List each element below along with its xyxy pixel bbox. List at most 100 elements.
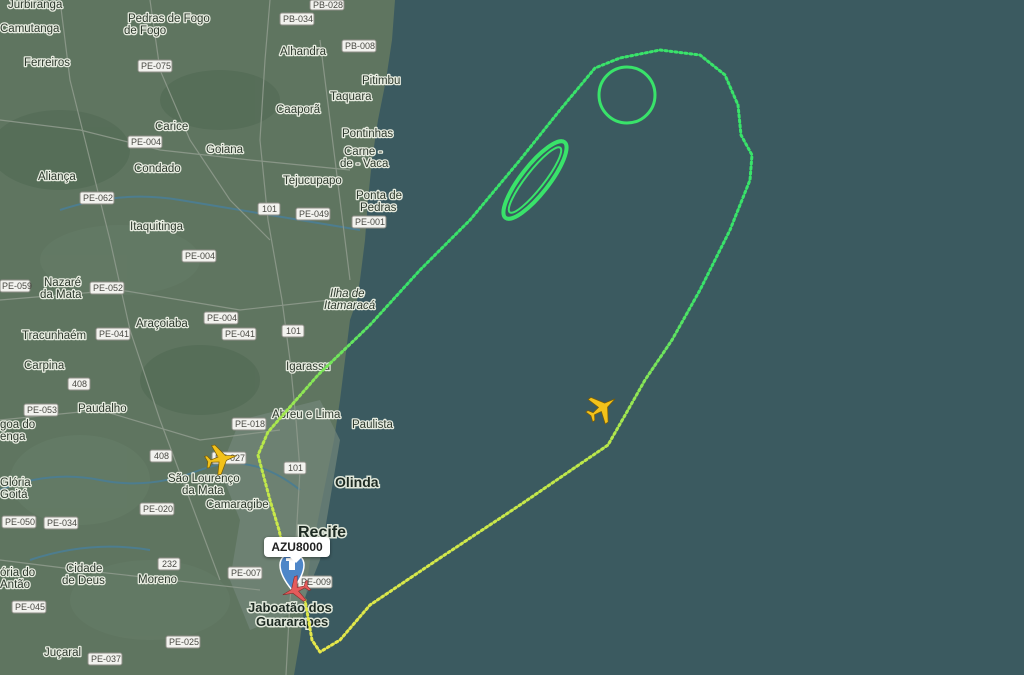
- place-label: Aliança: [38, 171, 76, 183]
- place-label: Juçaral: [44, 647, 81, 659]
- svg-text:PE-045: PE-045: [15, 602, 45, 612]
- road-shield: 101: [283, 461, 307, 475]
- place-label: Nazaré: [44, 277, 81, 289]
- place-label: Paudalho: [78, 403, 127, 415]
- svg-text:PE-020: PE-020: [143, 504, 173, 514]
- road-shield: PE-075: [137, 59, 173, 73]
- road-shield: PE-045: [11, 600, 47, 614]
- road-shield: PE-062: [79, 191, 115, 205]
- svg-text:PE-037: PE-037: [91, 654, 121, 664]
- svg-text:408: 408: [154, 451, 169, 461]
- road-shield: PE-001: [351, 215, 387, 229]
- city-label: Guararapes: [256, 614, 328, 629]
- city-label: Olinda: [335, 474, 379, 490]
- place-label: Araçoiaba: [136, 318, 188, 330]
- place-label: Camutanga: [0, 23, 60, 35]
- svg-text:PE-041: PE-041: [225, 329, 255, 339]
- road-shield: 101: [281, 324, 305, 338]
- place-label: Goitá: [0, 489, 28, 501]
- road-shield: PE-007: [227, 566, 263, 580]
- road-shield: PE-034: [43, 516, 79, 530]
- place-label: Carice: [155, 121, 188, 133]
- road-shield: PE-018: [231, 417, 267, 431]
- place-label: Goiana: [206, 144, 244, 156]
- place-label: Ilha de: [330, 288, 365, 300]
- road-shield: 408: [149, 449, 173, 463]
- road-shield: 408: [67, 377, 91, 391]
- place-label: Caaporã: [276, 104, 321, 116]
- place-label: Paulista: [352, 419, 394, 431]
- svg-text:PE-041: PE-041: [99, 329, 129, 339]
- road-shield: 232: [157, 557, 181, 571]
- place-label: Antão: [0, 579, 30, 591]
- road-shield: 101: [257, 202, 281, 216]
- place-label: Taquara: [330, 91, 372, 103]
- svg-text:PE-052: PE-052: [93, 283, 123, 293]
- svg-text:PE-004: PE-004: [131, 137, 161, 147]
- flight-map[interactable]: Jurbiranga Pedras de Fogo de Fogo Camuta…: [0, 0, 1024, 675]
- svg-text:PE-004: PE-004: [207, 313, 237, 323]
- place-label: Tejucupapo: [283, 175, 342, 187]
- flight-callsign-label[interactable]: AZU8000: [264, 537, 330, 563]
- road-shield: PE-037: [87, 652, 123, 666]
- place-label: Tracunhaém: [22, 330, 86, 342]
- place-label: Cidade: [66, 563, 102, 575]
- svg-text:PE-025: PE-025: [169, 637, 199, 647]
- road-shield: PE-004: [203, 311, 239, 325]
- place-label: goa do: [0, 419, 35, 431]
- place-label: Alhandra: [280, 46, 327, 58]
- road-shield: PE-004: [181, 249, 217, 263]
- place-label: de - Vaca: [340, 158, 389, 170]
- place-label: Pedras de Fogo: [128, 13, 210, 25]
- svg-text:PE-007: PE-007: [231, 568, 261, 578]
- place-label: Itamaracá: [324, 300, 376, 312]
- place-label: Jurbiranga: [8, 0, 63, 11]
- svg-text:PB-008: PB-008: [345, 41, 375, 51]
- place-label: Itaquitinga: [130, 221, 184, 233]
- road-shield: PE-041: [95, 327, 131, 341]
- road-shield: PB-008: [341, 39, 377, 53]
- svg-text:101: 101: [288, 463, 303, 473]
- road-shield: PE-053: [23, 403, 59, 417]
- svg-text:PE-049: PE-049: [299, 209, 329, 219]
- svg-text:PB-028: PB-028: [313, 0, 343, 10]
- place-label: Moreno: [138, 574, 177, 586]
- place-label: ória do: [0, 567, 35, 579]
- svg-text:232: 232: [162, 559, 177, 569]
- svg-text:PE-053: PE-053: [27, 405, 57, 415]
- road-shield: PE-041: [221, 327, 257, 341]
- road-shield: PE-052: [89, 281, 125, 295]
- svg-text:PE-034: PE-034: [47, 518, 77, 528]
- place-label: da Mata: [182, 485, 224, 497]
- city-label: Jaboatão dos: [248, 600, 332, 615]
- svg-text:PE-050: PE-050: [5, 517, 35, 527]
- road-shield: PE-050: [1, 515, 37, 529]
- road-shield: PE-004: [127, 135, 163, 149]
- road-shield: PB-034: [279, 12, 315, 26]
- place-label: Carne -: [344, 146, 383, 158]
- svg-text:PE-059: PE-059: [2, 281, 32, 291]
- road-shield: PE-059: [0, 279, 32, 293]
- place-label: Ferreiros: [24, 57, 70, 69]
- svg-text:101: 101: [262, 204, 277, 214]
- place-label: Pedras: [360, 202, 397, 214]
- place-label: Camaragibe: [206, 499, 269, 511]
- svg-text:PE-062: PE-062: [83, 193, 113, 203]
- road-shield: PE-025: [165, 635, 201, 649]
- road-shield: PE-020: [139, 502, 175, 516]
- place-label: de Deus: [62, 575, 105, 587]
- svg-text:PE-001: PE-001: [355, 217, 385, 227]
- svg-text:PE-018: PE-018: [235, 419, 265, 429]
- place-label: Ponta de: [356, 190, 402, 202]
- svg-text:PE-004: PE-004: [185, 251, 215, 261]
- place-label: enga: [0, 431, 26, 443]
- place-label: Glória: [0, 477, 31, 489]
- svg-text:PB-034: PB-034: [283, 14, 313, 24]
- road-shield: PB-028: [309, 0, 345, 11]
- place-label: Condado: [134, 163, 181, 175]
- road-shield: PE-049: [295, 207, 331, 221]
- place-label: Pitimbu: [362, 75, 400, 87]
- place-label: Carpina: [24, 360, 65, 372]
- svg-text:408: 408: [72, 379, 87, 389]
- place-label: São Lourenço: [168, 473, 240, 485]
